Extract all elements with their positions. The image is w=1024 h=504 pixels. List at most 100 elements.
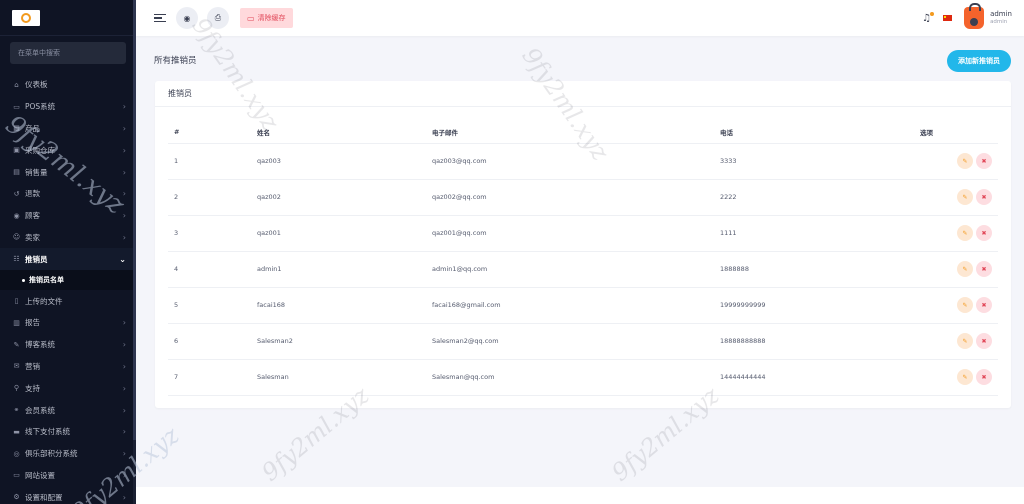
member-icon: ⚭ <box>13 406 20 415</box>
table-row: 1 qaz003 qaz003@qq.com 3333 ✎ ✖ <box>168 143 998 180</box>
cell-phone: 18888888888 <box>714 323 914 360</box>
chevron-right-icon: › <box>122 145 126 155</box>
sidebar-item[interactable]: ✉ 营销 › <box>0 356 136 378</box>
sidebar-item[interactable]: ✎ 博客系统 › <box>0 334 136 356</box>
delete-icon[interactable]: ✖ <box>976 153 992 169</box>
delete-icon[interactable]: ✖ <box>976 369 992 385</box>
cell-options: ✎ ✖ <box>914 287 998 324</box>
cell-email: qaz001@qq.com <box>426 215 714 252</box>
sidebar-item[interactable]: ⚙ 设置和配置 › <box>0 486 136 504</box>
sidebar-item-label: 卖家 <box>25 232 40 242</box>
bullet-icon <box>22 278 25 282</box>
sidebar-item[interactable]: ⚲ 支持 › <box>0 377 136 399</box>
notification-bell-icon[interactable]: ♫ <box>922 11 935 24</box>
edit-icon[interactable]: ✎ <box>957 369 973 385</box>
chevron-right-icon: › <box>122 340 126 350</box>
sidebar-item[interactable]: ◎ 俱乐部积分系统 › <box>0 443 136 465</box>
product-icon: ▦ <box>13 124 20 133</box>
sidebar-item-label: 会员系统 <box>25 405 55 415</box>
sidebar-item[interactable]: ▥ 报告 › <box>0 312 136 334</box>
refund-icon: ↺ <box>13 189 20 198</box>
edit-icon[interactable]: ✎ <box>957 333 973 349</box>
sidebar-search-input[interactable]: 在菜单中搜索 <box>10 42 126 64</box>
user-role: admin <box>990 18 1008 25</box>
sidebar-item-label: 销售量 <box>25 167 48 177</box>
sidebar-item[interactable]: ⚭ 会员系统 › <box>0 399 136 421</box>
pos-icon: ▭ <box>13 102 20 111</box>
sidebar-item-label: 俱乐部积分系统 <box>25 449 78 459</box>
sidebar-item[interactable]: ▦ 产品 › <box>0 118 136 140</box>
cell-email: Salesman@qq.com <box>426 359 714 396</box>
notification-badge <box>930 11 935 16</box>
header-num: # <box>168 121 251 144</box>
cell-email: facai168@gmail.com <box>426 287 714 324</box>
sidebar-item-label: 仪表板 <box>25 80 48 90</box>
cell-num: 6 <box>168 323 251 360</box>
file-icon: ▯ <box>14 297 19 306</box>
logo-mark-icon <box>21 12 31 23</box>
cell-name: qaz002 <box>251 179 426 216</box>
sidebar-nav: ⌂ 仪表板 ▭ POS系统 › ▦ 产品 › ▣ 采购仓库 › ▤ 销售量 › ↺ 退款 › ◉ 顾客 › ☺ 卖家 › ☷ 推… <box>0 74 136 504</box>
chevron-right-icon: › <box>122 102 126 112</box>
sidebar-item[interactable]: ▭ POS系统 › <box>0 96 136 118</box>
sidebar-item[interactable]: ▯ 上传的文件 <box>0 290 136 312</box>
logo[interactable] <box>12 9 40 26</box>
cell-phone: 14444444444 <box>714 359 914 396</box>
customer-icon: ◉ <box>13 211 20 220</box>
sidebar-subitem-salesman-list[interactable]: 推销员名单 <box>0 270 136 291</box>
cell-name: Salesman <box>251 359 426 396</box>
header-phone: 电话 <box>714 121 914 144</box>
sidebar: 在菜单中搜索 ⌂ 仪表板 ▭ POS系统 › ▦ 产品 › ▣ 采购仓库 › ▤ 销售量 › ↺ 退款 › ◉ 顾客… <box>0 0 136 504</box>
clear-cache-button[interactable]: ▭ 清除缓存 <box>240 8 293 28</box>
table-row: 3 qaz001 qaz001@qq.com 1111 ✎ ✖ <box>168 215 998 252</box>
blog-icon: ✎ <box>13 340 20 349</box>
user-menu[interactable]: admin admin <box>990 10 1012 25</box>
sidebar-item-label: 营销 <box>25 361 40 371</box>
header-email: 电子邮件 <box>426 121 714 144</box>
edit-icon[interactable]: ✎ <box>957 225 973 241</box>
edit-icon[interactable]: ✎ <box>957 297 973 313</box>
chevron-right-icon: › <box>122 361 126 371</box>
trash-icon: ▭ <box>247 13 255 23</box>
globe-icon[interactable]: ◉ <box>176 7 198 29</box>
sidebar-item[interactable]: ▭ 网站设置 › <box>0 465 136 487</box>
sidebar-item[interactable]: ↺ 退款 › <box>0 183 136 205</box>
edit-icon[interactable]: ✎ <box>957 189 973 205</box>
menu-toggle-icon[interactable] <box>154 13 166 23</box>
sidebar-header <box>0 0 136 36</box>
sidebar-subitem-label: 推销员名单 <box>29 276 64 285</box>
sidebar-item-label: 线下支付系统 <box>25 427 70 437</box>
sidebar-item[interactable]: ▣ 采购仓库 › <box>0 139 136 161</box>
chevron-right-icon: › <box>122 470 126 480</box>
delete-icon[interactable]: ✖ <box>976 297 992 313</box>
sidebar-item[interactable]: ⌂ 仪表板 <box>0 74 136 96</box>
home-icon: ⌂ <box>14 80 19 89</box>
chevron-right-icon: › <box>122 123 126 133</box>
sidebar-item[interactable]: ☺ 卖家 › <box>0 227 136 249</box>
sidebar-item[interactable]: ▬ 线下支付系统 › <box>0 421 136 443</box>
delete-icon[interactable]: ✖ <box>976 189 992 205</box>
cell-email: qaz002@qq.com <box>426 179 714 216</box>
sidebar-item[interactable]: ☷ 推销员 ⌄ <box>0 248 136 271</box>
sidebar-item-label: 推销员 <box>25 254 48 264</box>
avatar[interactable] <box>964 3 985 29</box>
sidebar-item[interactable]: ◉ 顾客 › <box>0 205 136 227</box>
main-content: 所有推销员 添加新推销员 推销员 # 姓名 电子邮件 电话 选项 1 qaz003… <box>136 36 1024 504</box>
club-point-icon: ◎ <box>13 449 20 458</box>
language-flag-icon[interactable] <box>943 15 953 21</box>
sidebar-item-label: 产品 <box>25 123 40 133</box>
chevron-right-icon: › <box>122 167 126 177</box>
delete-icon[interactable]: ✖ <box>976 225 992 241</box>
print-icon[interactable]: ⎙ <box>207 7 229 29</box>
delete-icon[interactable]: ✖ <box>976 261 992 277</box>
purchase-icon: ▣ <box>13 146 20 155</box>
edit-icon[interactable]: ✎ <box>957 153 973 169</box>
edit-icon[interactable]: ✎ <box>957 261 973 277</box>
chevron-right-icon: › <box>122 232 126 242</box>
sidebar-item[interactable]: ▤ 销售量 › <box>0 161 136 183</box>
sidebar-item-label: 报告 <box>25 318 40 328</box>
cell-name: qaz003 <box>251 143 426 180</box>
delete-icon[interactable]: ✖ <box>976 333 992 349</box>
cell-options: ✎ ✖ <box>914 143 998 180</box>
add-salesman-button[interactable]: 添加新推销员 <box>947 50 1011 72</box>
